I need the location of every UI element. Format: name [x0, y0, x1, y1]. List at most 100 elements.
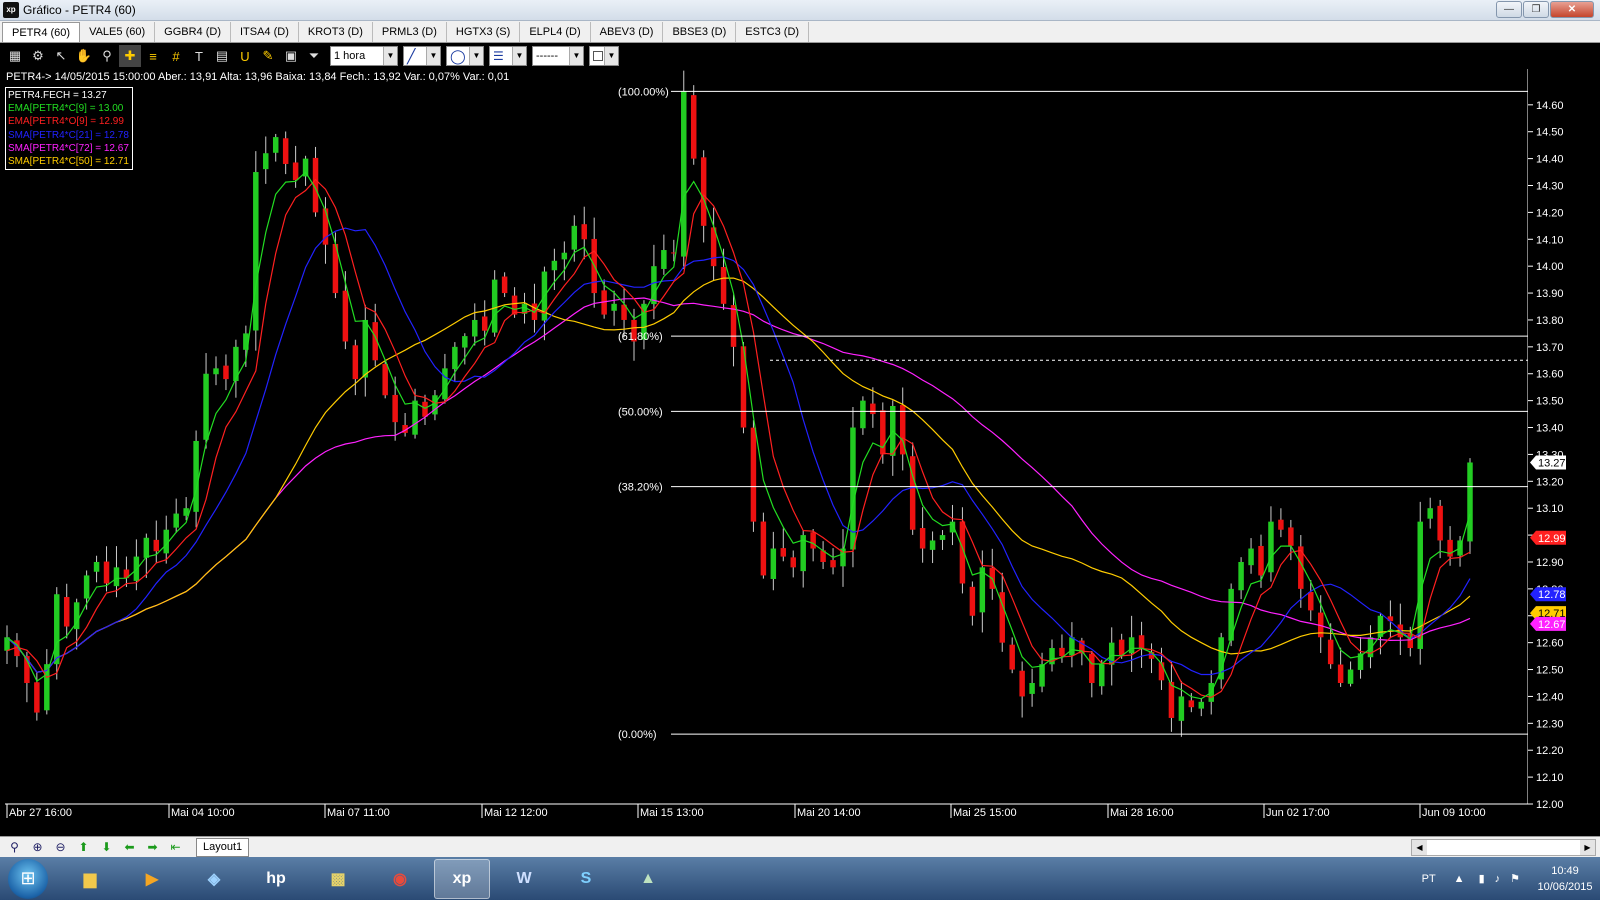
language-indicator[interactable]: PT	[1422, 873, 1436, 885]
candle	[860, 400, 866, 429]
x-tick-label: Mai 07 11:00	[327, 807, 390, 819]
candle	[272, 137, 279, 153]
start-button[interactable]: ⊞	[8, 858, 48, 899]
legend-item: EMA[PETR4*C[9] = 13.00	[8, 103, 124, 115]
xp-icon[interactable]: xp	[434, 858, 490, 899]
candle	[1308, 592, 1314, 611]
candle	[1258, 545, 1264, 576]
candle	[213, 368, 219, 375]
y-tick-label: 14.50	[1536, 127, 1564, 139]
y-tick-label: 12.60	[1536, 638, 1564, 650]
photos-icon[interactable]: ▲	[620, 859, 676, 899]
price-chart[interactable]: 14.60 14.50 14.40 14.30 14.20 14.10 14.00 13.90…	[0, 0, 1600, 836]
legend-item: SMA[PETR4*C[21] = 12.78	[8, 129, 129, 141]
candle	[392, 394, 398, 423]
candle	[1248, 548, 1254, 566]
candle	[481, 316, 488, 331]
network-icon[interactable]: ◈	[186, 859, 242, 899]
y-tick-label: 14.40	[1536, 154, 1564, 166]
layout-tab[interactable]: Layout1	[196, 837, 250, 857]
legend-item: SMA[PETR4*C[50] = 12.71	[8, 156, 129, 168]
y-tick-label: 14.10	[1536, 234, 1564, 246]
y-tick-label: 12.00	[1536, 799, 1564, 811]
candle	[1188, 700, 1195, 708]
candle	[1278, 519, 1284, 530]
scroll-right-icon[interactable]: ▶	[1580, 840, 1595, 855]
price-tag-label: 12.67	[1538, 619, 1566, 631]
ohlc-info: PETR4-> 14/05/2015 15:00:00 Aber.: 13,91…	[6, 71, 510, 83]
candle	[681, 91, 687, 257]
y-tick-label: 13.50	[1536, 396, 1564, 408]
left-arrow-icon[interactable]: ⬅	[119, 838, 140, 856]
candle	[939, 535, 946, 540]
candle	[412, 400, 418, 435]
y-tick-label: 13.10	[1536, 503, 1564, 515]
candle	[969, 586, 976, 616]
skype-icon[interactable]: S	[558, 859, 614, 899]
zoom-out-icon[interactable]: ⊖	[50, 838, 71, 856]
fibonacci-level-label: (50.00%)	[618, 406, 663, 418]
x-tick-label: Mai 25 15:00	[953, 807, 1017, 819]
scroll-left-icon[interactable]: ◀	[1412, 840, 1427, 855]
candle	[442, 368, 448, 400]
candle	[292, 162, 299, 181]
candle	[611, 303, 617, 311]
y-tick-label: 14.00	[1536, 261, 1564, 273]
time: 10:49	[1551, 864, 1579, 877]
legend-item: PETR4.FECH = 13.27	[8, 90, 107, 101]
right-arrow-icon[interactable]: ➡	[142, 838, 163, 856]
candle	[1447, 539, 1453, 557]
flag-icon[interactable]: ⚑	[1510, 872, 1520, 885]
candle	[34, 682, 40, 713]
word-icon[interactable]: W	[496, 859, 552, 899]
candle	[472, 319, 478, 337]
tools-icon[interactable]: ▩	[310, 859, 366, 899]
y-tick-label: 12.20	[1536, 745, 1564, 757]
fibonacci-level-label: (61.80%)	[618, 331, 663, 343]
date: 10/06/2015	[1537, 880, 1593, 893]
tray-expand-icon[interactable]: ▲	[1454, 873, 1465, 885]
candle	[870, 403, 876, 415]
candle	[700, 157, 707, 226]
explorer-icon[interactable]: ▆	[62, 859, 118, 899]
zoom-fit-icon[interactable]: ⚲	[4, 838, 25, 856]
candle	[1069, 637, 1075, 656]
y-tick-label: 12.50	[1536, 665, 1564, 677]
chrome-icon[interactable]: ◉	[372, 859, 428, 899]
candle	[263, 153, 269, 170]
fibonacci-level-label: (0.00%)	[618, 729, 657, 741]
clock[interactable]: 10:49 10/06/2015	[1530, 863, 1600, 895]
media-player-icon[interactable]: ▶	[124, 859, 180, 899]
volume-icon[interactable]: ♪	[1495, 873, 1501, 885]
candle	[720, 267, 727, 304]
candle	[581, 224, 587, 240]
y-tick-label: 14.60	[1536, 100, 1564, 112]
y-tick-label: 13.70	[1536, 342, 1564, 354]
candle	[790, 557, 796, 568]
candle	[1049, 648, 1055, 665]
candle	[661, 250, 667, 269]
price-tag-label: 13.27	[1538, 457, 1566, 469]
candle	[103, 561, 110, 584]
candle	[1099, 664, 1105, 687]
candle	[282, 138, 289, 164]
x-tick-label: Mai 12 12:00	[484, 807, 548, 819]
horizontal-scrollbar[interactable]: ◀ ▶	[1411, 839, 1596, 856]
candle	[1467, 462, 1473, 542]
candle	[830, 560, 836, 568]
down-arrow-icon[interactable]: ⬇	[96, 838, 117, 856]
indicator-legend: PETR4.FECH = 13.27 EMA[PETR4*C[9] = 13.00…	[5, 87, 133, 171]
price-tag-label: 12.78	[1538, 589, 1566, 601]
candle	[1019, 670, 1025, 697]
up-arrow-icon[interactable]: ⬆	[73, 838, 94, 856]
left-end-icon[interactable]: ⇤	[165, 838, 186, 856]
candle	[1059, 647, 1065, 657]
candle	[203, 373, 209, 440]
zoom-in-icon[interactable]: ⊕	[27, 838, 48, 856]
candle	[143, 537, 150, 558]
x-tick-label: Jun 09 10:00	[1422, 807, 1486, 819]
fibonacci-level-label: (38.20%)	[618, 482, 663, 494]
signal-icon[interactable]: ▮	[1479, 872, 1485, 885]
candle	[342, 290, 349, 342]
hp-icon[interactable]: hp	[248, 859, 304, 899]
